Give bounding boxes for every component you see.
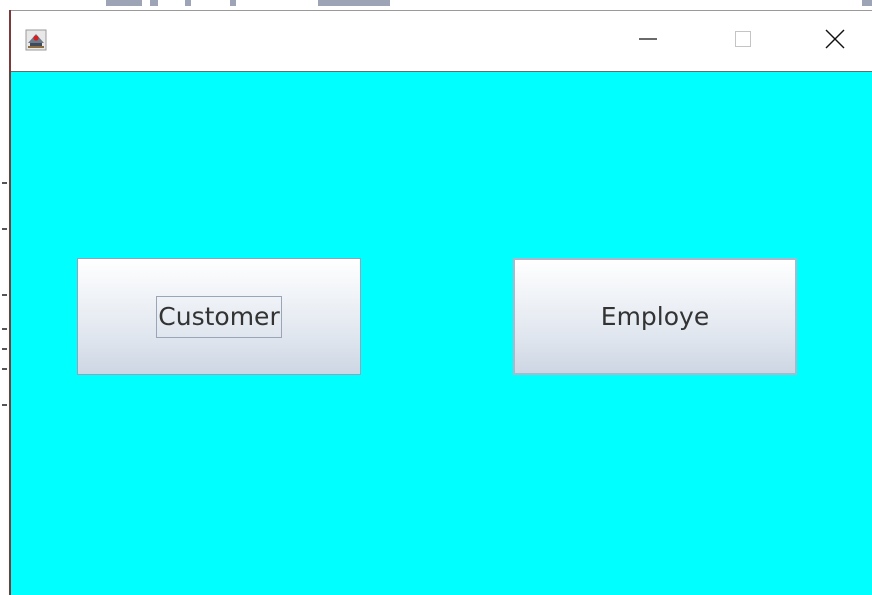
content-panel: Customer Employe <box>11 72 872 595</box>
java-app-icon[interactable] <box>25 29 47 51</box>
background-window-fragment <box>150 0 158 6</box>
edge-mark <box>2 348 7 350</box>
close-icon <box>824 28 846 54</box>
background-window-fragment <box>230 0 236 6</box>
minimize-button[interactable] <box>616 11 680 71</box>
title-bar[interactable] <box>11 10 872 72</box>
edge-mark <box>2 404 7 406</box>
close-button[interactable] <box>803 11 867 71</box>
edge-mark <box>2 182 7 184</box>
background-window-fragment <box>318 0 390 6</box>
background-desktop <box>0 0 872 10</box>
minimize-icon <box>638 29 658 53</box>
background-window-fragment <box>862 0 872 6</box>
background-window-edge <box>0 10 9 595</box>
customer-button[interactable]: Customer <box>77 258 361 375</box>
maximize-icon <box>733 29 753 53</box>
employe-button[interactable]: Employe <box>513 258 797 375</box>
edge-mark <box>2 368 7 370</box>
customer-button-label: Customer <box>156 295 282 338</box>
employe-button-label: Employe <box>600 302 710 331</box>
background-window-fragment <box>185 0 191 6</box>
app-window: Customer Employe <box>9 10 872 595</box>
background-window-fragment <box>106 0 142 6</box>
edge-mark <box>2 294 7 296</box>
edge-mark <box>2 228 7 230</box>
edge-mark <box>2 328 7 330</box>
maximize-button[interactable] <box>711 11 775 71</box>
